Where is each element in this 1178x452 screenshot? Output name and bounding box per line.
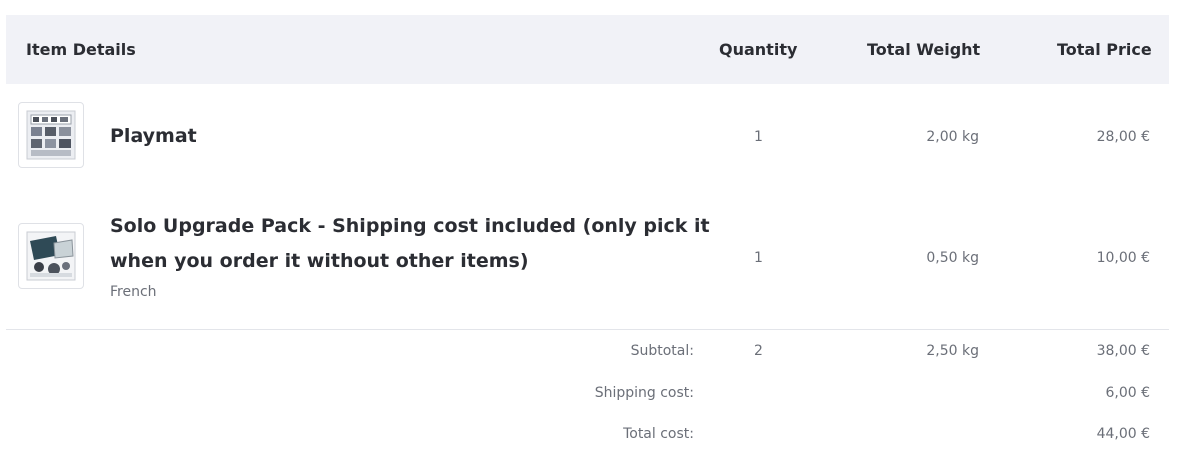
header-total-price: Total Price [1057, 40, 1152, 59]
subtotal-price: 38,00 € [1096, 343, 1150, 359]
total-label: Total cost: [623, 426, 694, 442]
total-price: 44,00 € [1096, 426, 1150, 442]
subtotal-quantity: 2 [754, 343, 763, 359]
subtotal-label: Subtotal: [630, 343, 694, 359]
summary-divider [6, 329, 1169, 330]
cart-summary: Item Details Quantity Total Weight Total… [0, 0, 1178, 452]
solo-upgrade-pack-image-icon [26, 231, 76, 281]
header-total-weight: Total Weight [867, 40, 981, 59]
row-weight: 0,50 kg [926, 250, 979, 266]
shipping-price: 6,00 € [1105, 385, 1150, 401]
header-item-details: Item Details [26, 40, 136, 59]
row-quantity: 1 [754, 250, 763, 266]
table-header: Item Details Quantity Total Weight Total… [6, 15, 1169, 84]
product-name[interactable]: Playmat [110, 119, 197, 154]
subtotal-weight: 2,50 kg [926, 343, 979, 359]
product-thumbnail[interactable] [18, 102, 84, 168]
product-thumbnail[interactable] [18, 223, 84, 289]
row-quantity: 1 [754, 129, 763, 145]
playmat-image-icon [26, 110, 76, 160]
header-quantity: Quantity [719, 40, 798, 59]
shipping-label: Shipping cost: [594, 385, 694, 401]
product-name[interactable]: Solo Upgrade Pack - Shipping cost includ… [110, 209, 710, 279]
row-price: 10,00 € [1096, 250, 1150, 266]
product-variant: French [110, 284, 157, 300]
row-price: 28,00 € [1096, 129, 1150, 145]
row-weight: 2,00 kg [926, 129, 979, 145]
